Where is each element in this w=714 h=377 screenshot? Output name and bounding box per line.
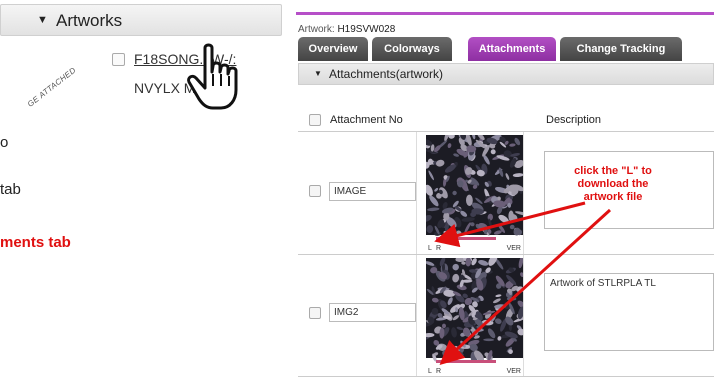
artworks-section-header[interactable]: ▼ Artworks xyxy=(0,4,282,36)
callout-annotation: click the "L" to download the artwork fi… xyxy=(574,165,652,203)
instruction-step-1: o xyxy=(0,134,9,151)
artwork-thumbnail[interactable]: L R VER xyxy=(426,135,523,252)
row-checkbox[interactable] xyxy=(309,185,321,197)
row-checkbox[interactable] xyxy=(309,307,321,319)
artwork-id-label: Artwork: H19SVW028 xyxy=(298,24,395,35)
description-textarea[interactable]: Artwork of STLRPLA TL xyxy=(544,273,714,351)
artwork-label: Artwork: xyxy=(298,24,335,35)
tab-overview[interactable]: Overview xyxy=(298,37,368,61)
artwork-checkbox[interactable] xyxy=(112,53,125,66)
attachments-section-header[interactable]: ▼ Attachments(artwork) xyxy=(298,63,714,85)
image-attached-stamp: GE ATTACHED xyxy=(25,65,78,109)
tab-attachments[interactable]: Attachments xyxy=(468,37,556,61)
tab-change-tracking[interactable]: Change Tracking xyxy=(560,37,682,61)
attachment-no-input[interactable]: IMAGE xyxy=(329,182,416,201)
download-r-link[interactable]: R xyxy=(436,245,441,252)
version-link[interactable]: VER xyxy=(507,245,521,252)
download-r-link[interactable]: R xyxy=(436,368,441,375)
table-header: Attachment No Description xyxy=(298,108,714,132)
artwork-thumbnail[interactable]: L R VER xyxy=(426,258,523,375)
collapse-triangle-icon[interactable]: ▼ xyxy=(314,69,322,78)
collapse-triangle-icon[interactable]: ▼ xyxy=(37,14,48,26)
attachment-no-input[interactable]: IMG2 xyxy=(329,303,416,322)
left-panel: ▼ Artworks GE ATTACHED F18SONG...W-/: NV… xyxy=(0,0,282,377)
tab-colorways[interactable]: Colorways xyxy=(372,37,452,61)
instruction-step-3: ments tab xyxy=(0,234,71,251)
artwork-id-value: H19SVW028 xyxy=(337,24,396,35)
artworks-section-title: Artworks xyxy=(56,11,123,30)
attachments-section-title: Attachments(artwork) xyxy=(329,67,444,81)
table-row: IMG2 L R VER Artwork of STLRPLA TL xyxy=(298,256,714,377)
column-header-description: Description xyxy=(546,114,602,126)
download-l-link[interactable]: L xyxy=(428,368,432,375)
select-all-checkbox[interactable] xyxy=(309,114,321,126)
instruction-step-2: tab xyxy=(0,181,21,198)
download-l-link[interactable]: L xyxy=(428,245,432,252)
version-link[interactable]: VER xyxy=(507,368,521,375)
hand-pointer-icon xyxy=(183,42,247,114)
accent-bar xyxy=(296,12,714,15)
column-header-attachment-no: Attachment No xyxy=(330,114,403,126)
